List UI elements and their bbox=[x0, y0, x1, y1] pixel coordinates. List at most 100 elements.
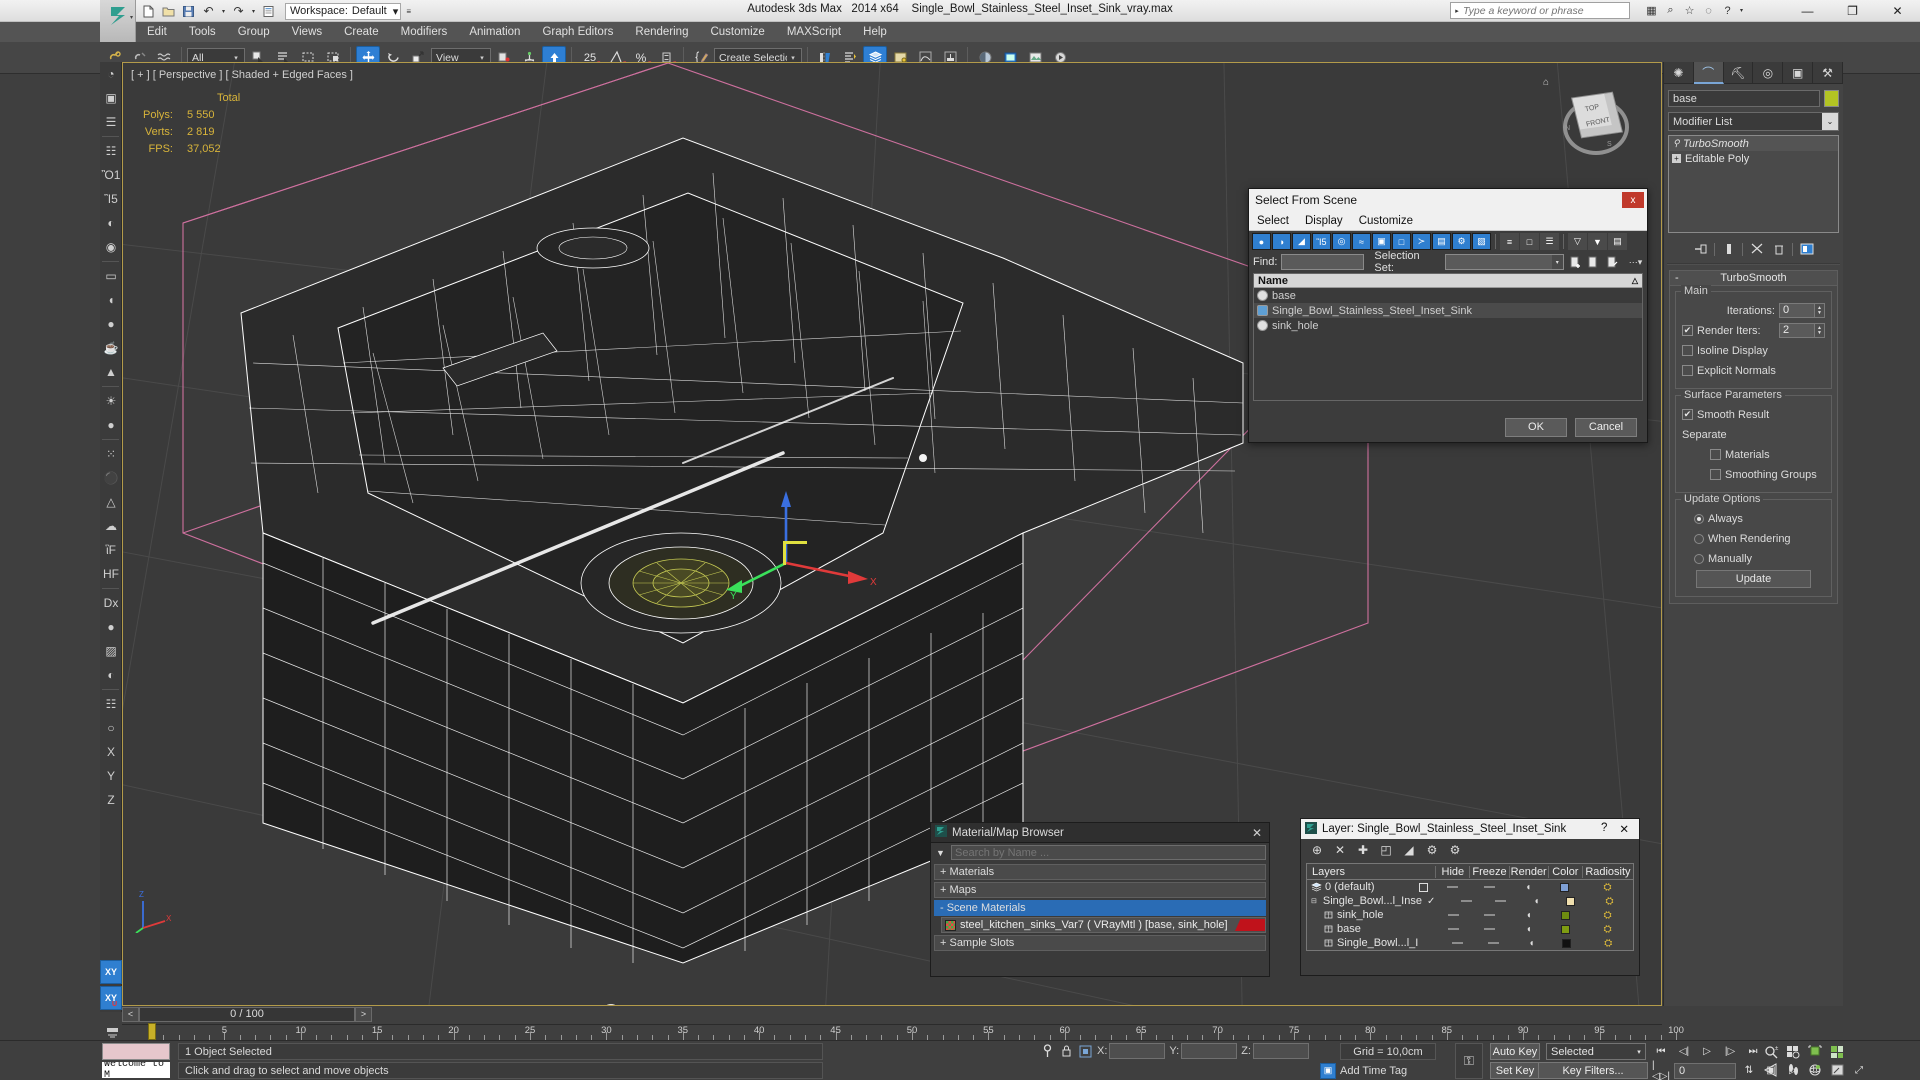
chevron-down-icon[interactable]: ▾ bbox=[1633, 1048, 1645, 1056]
scene-list-row[interactable]: Single_Bowl_Stainless_Steel_Inset_Sink bbox=[1254, 303, 1642, 318]
pin-stack-icon[interactable] bbox=[1692, 241, 1709, 258]
layer-freeze-cell[interactable] bbox=[1470, 914, 1509, 916]
edit-selection-set-icon[interactable] bbox=[1605, 254, 1620, 270]
display-shapes-icon[interactable]: ◑ bbox=[1272, 233, 1291, 250]
material-group-sampleslots[interactable]: + Sample Slots bbox=[934, 935, 1266, 951]
layer-name-cell[interactable]: sink_hole bbox=[1307, 909, 1413, 921]
list-types-icon[interactable]: ☰ bbox=[1540, 233, 1559, 250]
material-sphere-icon[interactable]: ● bbox=[100, 615, 122, 639]
display-influences-icon[interactable]: ▧ bbox=[1472, 233, 1491, 250]
next-frame-icon[interactable]: |▷ bbox=[1721, 1043, 1739, 1060]
sort-ascending-icon[interactable]: △ bbox=[1632, 276, 1638, 285]
layer-column-header[interactable]: Hide bbox=[1435, 865, 1469, 878]
dialog-menu-customize[interactable]: Customize bbox=[1359, 215, 1413, 227]
select-objects-in-layer-icon[interactable]: ◰ bbox=[1378, 842, 1394, 858]
filter-settings-icon[interactable]: ▼ bbox=[1588, 233, 1607, 250]
physical-camera-icon[interactable]: ◐ bbox=[100, 211, 122, 235]
save-file-icon[interactable] bbox=[180, 3, 197, 20]
project-folder-icon[interactable] bbox=[260, 3, 277, 20]
layer-radiosity-cell[interactable]: ⛭ bbox=[1582, 882, 1633, 893]
sphere-primitive-icon[interactable]: ● bbox=[100, 312, 122, 336]
manually-radio[interactable] bbox=[1694, 553, 1704, 564]
bitmap-icon[interactable]: ▨ bbox=[100, 639, 122, 663]
x-coordinate-field[interactable]: X: bbox=[1097, 1043, 1166, 1059]
display-children-icon[interactable]: ⚙ bbox=[1452, 233, 1471, 250]
display-tab[interactable]: ▣ bbox=[1783, 62, 1814, 84]
zoom-extents-icon[interactable] bbox=[1804, 1043, 1826, 1061]
layer-grid[interactable]: Layers Hide Freeze Render Color Radiosity 0 (… bbox=[1306, 863, 1634, 951]
chevron-down-icon[interactable]: ▾ bbox=[230, 54, 242, 62]
favorites-icon[interactable]: ☆ bbox=[1681, 2, 1698, 19]
layer-freeze-cell[interactable] bbox=[1482, 900, 1518, 902]
display-bones-icon[interactable]: ≻ bbox=[1412, 233, 1431, 250]
hierarchy-tab[interactable]: ⛏ bbox=[1724, 62, 1754, 84]
display-cameras-icon[interactable]: Ἲ5 bbox=[1312, 233, 1331, 250]
when-rendering-radio[interactable] bbox=[1694, 533, 1704, 544]
open-mini-curve-editor-icon[interactable] bbox=[104, 1024, 120, 1040]
more-options-icon[interactable]: ⋯▾ bbox=[1628, 254, 1643, 270]
highlight-selected-objects-icon[interactable]: ◢ bbox=[1401, 842, 1417, 858]
y-axis-icon[interactable]: Y bbox=[100, 764, 122, 788]
layer-row[interactable]: 0 (default) ◖ ⛭ bbox=[1307, 880, 1633, 894]
chevron-down-icon[interactable]: ▾ bbox=[787, 54, 799, 62]
help-dropdown-icon[interactable]: ▾ bbox=[1738, 2, 1745, 19]
menu-item-modifiers[interactable]: Modifiers bbox=[390, 22, 459, 42]
display-groups-icon[interactable]: ▣ bbox=[1372, 233, 1391, 250]
explicit-normals-checkbox[interactable] bbox=[1682, 365, 1693, 376]
absolute-relative-mode-icon[interactable] bbox=[1078, 1043, 1093, 1059]
layer-column-header[interactable]: Layers bbox=[1307, 866, 1411, 878]
layer-hide-cell[interactable] bbox=[1437, 914, 1471, 916]
material-group-maps[interactable]: + Maps bbox=[934, 882, 1266, 898]
object-color-swatch[interactable] bbox=[1824, 90, 1839, 107]
home-icon[interactable]: ⌂ bbox=[1543, 77, 1549, 88]
layer-freeze-cell[interactable] bbox=[1469, 886, 1508, 888]
selected-material-icon[interactable]: ◐ bbox=[100, 663, 122, 687]
close-icon[interactable]: ✕ bbox=[1619, 822, 1629, 836]
misc-icon[interactable]: ○ bbox=[100, 716, 122, 740]
scene-object-list[interactable]: Name △ base Single_Bowl_Stainless_Steel_I… bbox=[1253, 273, 1643, 401]
layer-select-cell[interactable] bbox=[1412, 882, 1436, 892]
orbit-icon[interactable] bbox=[1804, 1061, 1826, 1079]
undo-dropdown-icon[interactable]: ▾ bbox=[220, 3, 227, 20]
add-time-tag-label[interactable]: Add Time Tag bbox=[1340, 1065, 1407, 1077]
time-slider[interactable]: < 0 / 100 > bbox=[122, 1006, 372, 1022]
layer-freeze-cell[interactable] bbox=[1474, 942, 1512, 944]
track-bar-ruler[interactable]: 5 10 15 20 25 30 35 40 45 50 55 60 65 70 75 80 85 90 95 100 bbox=[122, 1024, 1684, 1040]
layer-settings-icon[interactable]: ⚙ bbox=[1447, 842, 1463, 858]
minimize-button[interactable]: — bbox=[1785, 0, 1830, 22]
vr-camera-icon[interactable]: ◉ bbox=[100, 235, 122, 259]
utilities-tab[interactable]: ⚒ bbox=[1813, 62, 1843, 84]
help-search-icon[interactable]: ⌕ bbox=[1662, 2, 1679, 19]
dialog-menu-display[interactable]: Display bbox=[1305, 215, 1343, 227]
layer-name-cell[interactable]: Single_Bowl...l_I bbox=[1307, 937, 1418, 949]
space-warp-icon[interactable]: △ bbox=[100, 490, 122, 514]
close-button[interactable]: ✕ bbox=[1875, 0, 1920, 22]
layer-render-cell[interactable]: ◖ bbox=[1509, 924, 1548, 935]
always-radio[interactable] bbox=[1694, 513, 1704, 524]
collapse-icon[interactable]: ⊟ bbox=[1311, 897, 1317, 905]
walk-through-icon[interactable] bbox=[1782, 1061, 1804, 1079]
iterations-value[interactable]: 0 bbox=[1779, 303, 1815, 318]
display-helpers-icon[interactable]: ◎ bbox=[1332, 233, 1351, 250]
create-tab[interactable]: ✺ bbox=[1664, 62, 1694, 84]
modifier-stack[interactable]: ⚲ TurboSmooth + Editable Poly bbox=[1668, 135, 1839, 233]
display-space-warps-icon[interactable]: ≈ bbox=[1352, 233, 1371, 250]
grass-icon[interactable]: ἳF bbox=[100, 538, 122, 562]
field-of-view-icon[interactable] bbox=[1760, 1061, 1782, 1079]
display-lights-icon[interactable]: ◢ bbox=[1292, 233, 1311, 250]
key-mode-combo[interactable]: Selected ▾ bbox=[1546, 1043, 1646, 1060]
object-name-field[interactable] bbox=[1668, 90, 1820, 107]
render-preview-icon[interactable]: ▣ bbox=[100, 86, 122, 110]
view-cube[interactable]: ⌂ TOP FRONT N S bbox=[1543, 77, 1633, 157]
maxscript-mini-listener[interactable] bbox=[102, 1043, 170, 1060]
redo-dropdown-icon[interactable]: ▾ bbox=[250, 3, 257, 20]
material-group-scenematerials[interactable]: - Scene Materials bbox=[934, 900, 1266, 916]
layer-properties-icon[interactable]: ⚙ bbox=[1424, 842, 1440, 858]
expand-all-icon[interactable]: ≡ bbox=[1500, 233, 1519, 250]
teapot-icon[interactable]: ☕ bbox=[100, 336, 122, 360]
menu-item-create[interactable]: Create bbox=[333, 22, 390, 42]
workspace-selector[interactable]: Workspace: Default ▾ bbox=[285, 2, 402, 20]
zoom-all-icon[interactable] bbox=[1782, 1043, 1804, 1061]
filter-icon[interactable]: ▼ bbox=[934, 848, 947, 858]
make-unique-icon[interactable] bbox=[1748, 241, 1765, 258]
